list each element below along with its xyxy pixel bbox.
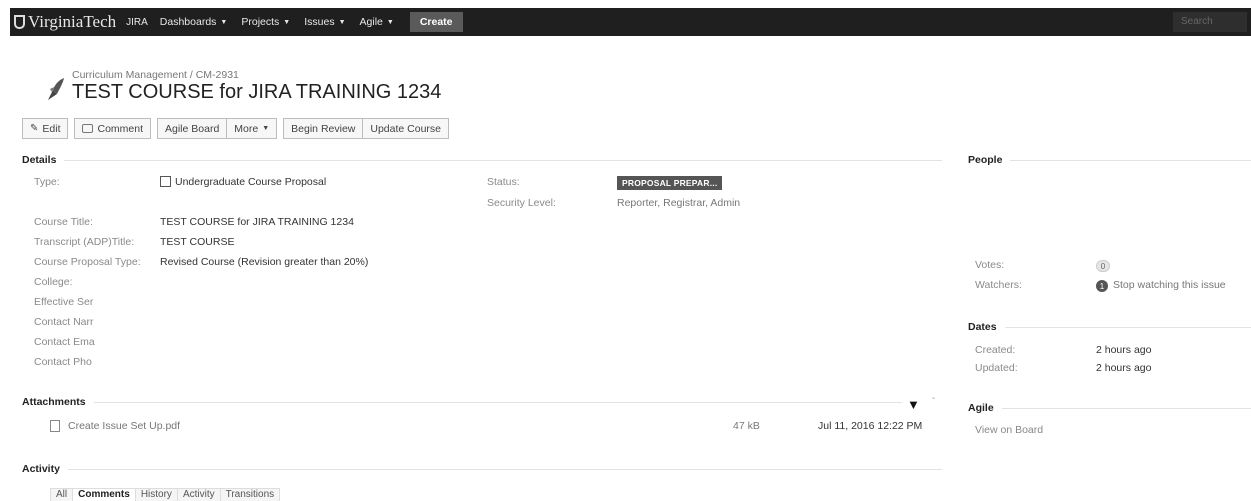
more-label: More	[234, 122, 259, 135]
chevron-down-icon: ▼	[262, 125, 270, 132]
tab-comments[interactable]: Comments	[72, 488, 136, 501]
watchers-count[interactable]: 1	[1096, 280, 1108, 292]
collapse-icon[interactable]: -	[932, 393, 935, 404]
nav-projects-label: Projects	[241, 16, 280, 28]
workflow-group: Begin Review Update Course	[283, 118, 449, 139]
options-dropdown-icon[interactable]: ▼	[907, 397, 920, 412]
course-title-label: Course Title:	[34, 216, 93, 228]
transcript-title-label: Transcript (ADP)Title:	[34, 236, 135, 248]
votes-label: Votes:	[975, 259, 1005, 271]
college-label: College:	[34, 276, 73, 288]
create-button[interactable]: Create	[409, 12, 463, 32]
votes-count[interactable]: 0	[1096, 260, 1110, 272]
attachments-heading[interactable]: Attachments	[22, 396, 902, 408]
activity-tabs: All Comments History Activity Transition…	[50, 488, 281, 501]
contact-phone-label: Contact Pho	[34, 356, 92, 368]
dates-heading[interactable]: Dates	[968, 321, 1251, 333]
activity-heading[interactable]: Activity	[22, 463, 942, 475]
agile-heading-label: Agile	[968, 402, 994, 414]
pencil-icon: ✎	[30, 123, 39, 134]
details-heading[interactable]: Details	[22, 154, 942, 166]
jira-link[interactable]: JIRA	[126, 17, 148, 28]
update-course-button[interactable]: Update Course	[363, 118, 449, 139]
edit-button[interactable]: ✎ Edit	[22, 118, 69, 139]
status-label: Status:	[487, 176, 520, 188]
virginia-tech-logo[interactable]: VirginiaTech	[14, 12, 116, 32]
nav-agile-label: Agile	[359, 16, 383, 28]
comment-button[interactable]: Comment	[74, 118, 151, 139]
nav-agile[interactable]: Agile ▼	[360, 16, 394, 28]
divider	[1004, 326, 1251, 328]
chevron-down-icon: ▼	[220, 18, 228, 26]
security-level-label: Security Level:	[487, 197, 556, 209]
divider	[67, 468, 942, 470]
status-badge: PROPOSAL PREPAR...	[617, 176, 723, 190]
proposal-type-label: Course Proposal Type:	[34, 256, 141, 268]
attachment-file-date: Jul 11, 2016 12:22 PM	[818, 420, 923, 432]
updated-label: Updated:	[975, 362, 1018, 374]
comment-label: Comment	[97, 122, 143, 135]
board-group: Agile Board More ▼	[157, 118, 278, 139]
nav-projects[interactable]: Projects ▼	[241, 16, 290, 28]
agile-board-button[interactable]: Agile Board	[157, 118, 228, 139]
effective-semester-label: Effective Ser	[34, 296, 94, 308]
agile-heading[interactable]: Agile	[968, 402, 1251, 414]
divider	[93, 401, 902, 403]
activity-heading-label: Activity	[22, 463, 60, 475]
watchers-label: Watchers:	[975, 279, 1022, 291]
people-heading[interactable]: People	[968, 154, 1251, 166]
pdf-file-icon	[50, 420, 60, 432]
breadcrumb[interactable]: Curriculum Management / CM-2931	[72, 69, 239, 81]
divider	[1010, 159, 1251, 161]
issue-title: TEST COURSE for JIRA TRAINING 1234	[72, 81, 442, 103]
nav-issues-label: Issues	[304, 16, 335, 28]
brand-name: VirginiaTech	[28, 12, 117, 31]
proposal-type-value: Revised Course (Revision greater than 20…	[160, 256, 369, 268]
type-value-text: Undergraduate Course Proposal	[175, 176, 327, 188]
chevron-down-icon: ▼	[338, 18, 346, 26]
more-button[interactable]: More ▼	[227, 118, 278, 139]
comment-group: Comment	[74, 118, 151, 139]
course-title-value: TEST COURSE for JIRA TRAINING 1234	[160, 216, 354, 228]
dates-heading-label: Dates	[968, 321, 997, 333]
created-label: Created:	[975, 344, 1016, 356]
attachments-heading-label: Attachments	[22, 396, 86, 408]
top-navigation-bar: VirginiaTech JIRA Dashboards ▼ Projects ▼ …	[10, 8, 1251, 36]
tab-history[interactable]: History	[134, 488, 178, 501]
stop-watching-link[interactable]: Stop watching this issue	[1113, 279, 1226, 291]
attachment-file-link[interactable]: Create Issue Set Up.pdf	[68, 420, 180, 432]
updated-value: 2 hours ago	[1096, 362, 1152, 374]
details-heading-label: Details	[22, 154, 57, 166]
type-value: Undergraduate Course Proposal	[160, 176, 326, 188]
people-heading-label: People	[968, 154, 1003, 166]
nav-dashboards[interactable]: Dashboards ▼	[160, 16, 228, 28]
created-value: 2 hours ago	[1096, 344, 1152, 356]
divider	[1001, 407, 1251, 409]
tab-transitions[interactable]: Transitions	[219, 488, 281, 501]
rocket-icon	[48, 78, 64, 100]
chevron-down-icon: ▼	[386, 18, 394, 26]
transcript-title-value: TEST COURSE	[160, 236, 235, 248]
chevron-down-icon: ▼	[283, 18, 291, 26]
tab-activity[interactable]: Activity	[176, 488, 221, 501]
issue-toolbar: ✎ Edit Comment Agile Board More ▼ Begin Re…	[22, 118, 449, 139]
security-level-value: Reporter, Registrar, Admin	[617, 197, 741, 209]
divider	[64, 159, 942, 161]
attachment-file-size: 47 kB	[733, 420, 760, 432]
nav-issues[interactable]: Issues ▼	[304, 16, 345, 28]
document-icon	[160, 176, 171, 187]
nav-dashboards-label: Dashboards	[159, 16, 217, 28]
begin-review-button[interactable]: Begin Review	[283, 118, 364, 139]
edit-label: Edit	[42, 122, 61, 135]
edit-group: ✎ Edit	[22, 118, 69, 139]
shield-icon	[14, 15, 25, 29]
comment-icon	[82, 124, 94, 133]
view-on-board-link[interactable]: View on Board	[975, 424, 1043, 436]
tab-all[interactable]: All	[50, 488, 74, 501]
contact-name-label: Contact Narr	[34, 316, 94, 328]
type-label: Type:	[34, 176, 60, 188]
search-input[interactable]: Search	[1173, 12, 1247, 32]
contact-email-label: Contact Ema	[34, 336, 95, 348]
